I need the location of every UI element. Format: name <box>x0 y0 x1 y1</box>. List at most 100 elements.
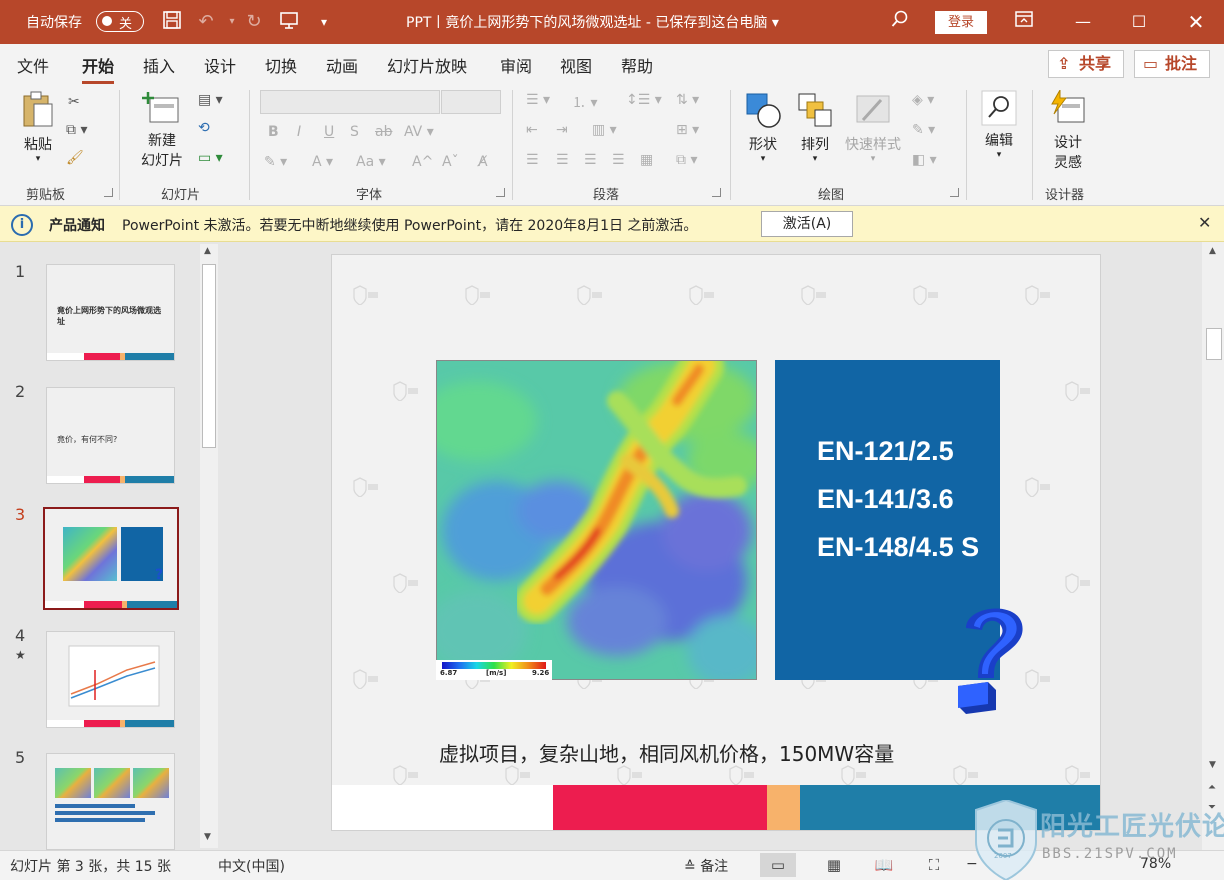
character-spacing-icon[interactable]: AV ▾ <box>404 124 434 140</box>
slide-thumbnail-4[interactable] <box>46 631 175 728</box>
shadow-icon[interactable]: S <box>350 124 359 140</box>
editor-vertical-scrollbar[interactable]: ▲ ▼ ⏶ ⏷ <box>1204 242 1224 850</box>
maximize-button[interactable]: ☐ <box>1111 0 1167 44</box>
undo-icon[interactable]: ↶ <box>194 10 218 34</box>
bold-icon[interactable]: B <box>268 124 279 140</box>
customize-toolbar-icon[interactable]: ▾ <box>312 10 336 34</box>
slideshow-button[interactable]: ⛶ <box>916 853 952 877</box>
editor-scroll-thumb[interactable] <box>1206 328 1222 360</box>
thumbnail-scrollbar[interactable]: ▲ ▼ <box>200 244 218 848</box>
scroll-down-icon[interactable]: ▼ <box>204 832 211 842</box>
shape-outline-icon[interactable]: ✎ ▾ <box>912 122 935 138</box>
thumbnail-scroll-thumb[interactable] <box>202 264 216 448</box>
cut-icon[interactable]: ✂ <box>68 94 80 110</box>
reset-icon[interactable]: ⟲ <box>198 120 210 136</box>
align-left-icon[interactable]: ☰ <box>526 152 539 168</box>
layout-icon[interactable]: ▤ ▾ <box>198 92 223 108</box>
normal-view-button[interactable]: ▭ <box>760 853 796 877</box>
shape-fill-icon[interactable]: ◈ ▾ <box>912 92 934 108</box>
new-slide-button[interactable]: 新建 幻灯片 <box>130 90 194 170</box>
paste-button[interactable]: 粘贴 ▾ <box>18 90 58 164</box>
change-case-icon[interactable]: Aa ▾ <box>356 154 386 170</box>
format-painter-icon[interactable]: 🖌 <box>66 150 84 166</box>
scroll-up-icon[interactable]: ▲ <box>204 246 211 256</box>
font-family-combo[interactable] <box>260 90 440 114</box>
shape-effects-icon[interactable]: ◧ ▾ <box>912 152 937 168</box>
clipboard-launcher-icon[interactable] <box>104 188 113 197</box>
notes-button[interactable]: ≙ 备注 <box>684 856 728 876</box>
wind-speed-map[interactable] <box>436 360 757 680</box>
shapes-button[interactable]: 形状 ▾ <box>740 90 786 164</box>
slide-thumbnail-1[interactable]: 竟价上网形势下的风场微观选址 <box>46 264 175 361</box>
italic-icon[interactable]: I <box>297 124 301 140</box>
minimize-button[interactable]: — <box>1055 0 1111 44</box>
ribbon-display-icon[interactable] <box>1012 10 1036 34</box>
bullets-icon[interactable]: ☰ ▾ <box>526 92 550 108</box>
drawing-launcher-icon[interactable] <box>950 188 959 197</box>
tab-review[interactable]: 审阅 <box>500 53 532 77</box>
paragraph-launcher-icon[interactable] <box>712 188 721 197</box>
font-color-icon[interactable]: A ▾ <box>312 154 333 170</box>
section-icon[interactable]: ▭ ▾ <box>198 150 223 166</box>
scroll-down-icon[interactable]: ▼ <box>1209 760 1216 770</box>
highlight-icon[interactable]: ✎ ▾ <box>264 154 287 170</box>
clear-format-icon[interactable]: A̸ <box>478 154 488 170</box>
scroll-up-icon[interactable]: ▲ <box>1209 246 1216 256</box>
text-direction-icon[interactable]: ⇅ ▾ <box>676 92 699 108</box>
design-ideas-button[interactable]: 设计 灵感 <box>1042 88 1094 172</box>
quick-styles-button[interactable]: 快速样式 ▾ <box>842 90 904 164</box>
font-launcher-icon[interactable] <box>496 188 505 197</box>
share-button[interactable]: ⇪ 共享 <box>1048 50 1124 78</box>
numbering-icon[interactable]: ⒈ ▾ <box>572 92 597 112</box>
slide-thumbnail-5[interactable] <box>46 753 175 850</box>
editing-button[interactable]: 编辑 ▾ <box>976 90 1022 160</box>
save-icon[interactable] <box>160 10 184 34</box>
watermark-logo-icon <box>352 669 378 690</box>
redo-icon[interactable]: ↻ <box>242 10 266 34</box>
slide-canvas[interactable]: 6.87 [m/s] 9.26 EN-121/2.5 EN-141/3.6 EN… <box>331 254 1101 831</box>
grow-font-icon[interactable]: A^ <box>412 154 433 170</box>
slide-sorter-button[interactable]: ▦ <box>816 853 852 877</box>
comments-button[interactable]: ▭ 批注 <box>1134 50 1210 78</box>
align-text-icon[interactable]: ⊞ ▾ <box>676 122 699 138</box>
language-indicator[interactable]: 中文(中国) <box>218 856 285 876</box>
distributed-icon[interactable]: ▦ <box>640 152 653 168</box>
font-size-combo[interactable] <box>441 90 501 114</box>
autosave-toggle[interactable]: 关 <box>96 11 144 32</box>
tab-animations[interactable]: 动画 <box>326 53 358 77</box>
copy-icon[interactable]: ⧉ ▾ <box>66 122 87 138</box>
tab-design[interactable]: 设计 <box>204 53 236 77</box>
close-button[interactable]: ✕ <box>1168 0 1224 44</box>
reading-view-button[interactable]: 📖 <box>866 853 902 877</box>
tab-file[interactable]: 文件 <box>17 53 49 77</box>
smartart-icon[interactable]: ⧉ ▾ <box>676 152 697 168</box>
activate-button[interactable]: 激活(A) <box>761 211 853 237</box>
search-icon[interactable] <box>888 10 912 34</box>
line-spacing-icon[interactable]: ↕☰ ▾ <box>626 92 662 108</box>
login-button[interactable]: 登录 <box>935 11 987 34</box>
tab-help[interactable]: 帮助 <box>621 53 653 77</box>
underline-icon[interactable]: U <box>324 124 334 140</box>
tab-transitions[interactable]: 切换 <box>265 53 297 77</box>
columns-icon[interactable]: ▥ ▾ <box>592 122 617 138</box>
present-icon[interactable] <box>277 10 301 34</box>
strikethrough-icon[interactable]: ab <box>375 124 392 140</box>
tab-slideshow[interactable]: 幻灯片放映 <box>387 53 467 77</box>
arrange-button[interactable]: 排列 ▾ <box>792 90 838 164</box>
tab-view[interactable]: 视图 <box>560 53 592 77</box>
slide-thumbnail-2[interactable]: 竟价，有何不同? <box>46 387 175 484</box>
align-right-icon[interactable]: ☰ <box>584 152 597 168</box>
tab-insert[interactable]: 插入 <box>143 53 175 77</box>
notice-close-icon[interactable]: ✕ <box>1198 213 1211 232</box>
tab-home[interactable]: 开始 <box>82 53 115 84</box>
shrink-font-icon[interactable]: Aˇ <box>442 154 459 170</box>
decrease-indent-icon[interactable]: ⇤ <box>526 122 538 138</box>
increase-indent-icon[interactable]: ⇥ <box>556 122 568 138</box>
justify-icon[interactable]: ☰ <box>612 152 625 168</box>
align-center-icon[interactable]: ☰ <box>556 152 569 168</box>
slide-caption: 虚拟项目，复杂山地，相同风机价格，150MW容量 <box>439 742 895 766</box>
slide-thumbnail-3[interactable]: ? <box>43 507 179 610</box>
undo-dropdown-icon[interactable]: ▾ <box>220 10 244 34</box>
previous-slide-icon[interactable]: ⏶ <box>1208 782 1216 793</box>
document-title[interactable]: PPT丨竟价上网形势下的风场微观选址 - 已保存到这台电脑 ▾ <box>406 12 779 32</box>
